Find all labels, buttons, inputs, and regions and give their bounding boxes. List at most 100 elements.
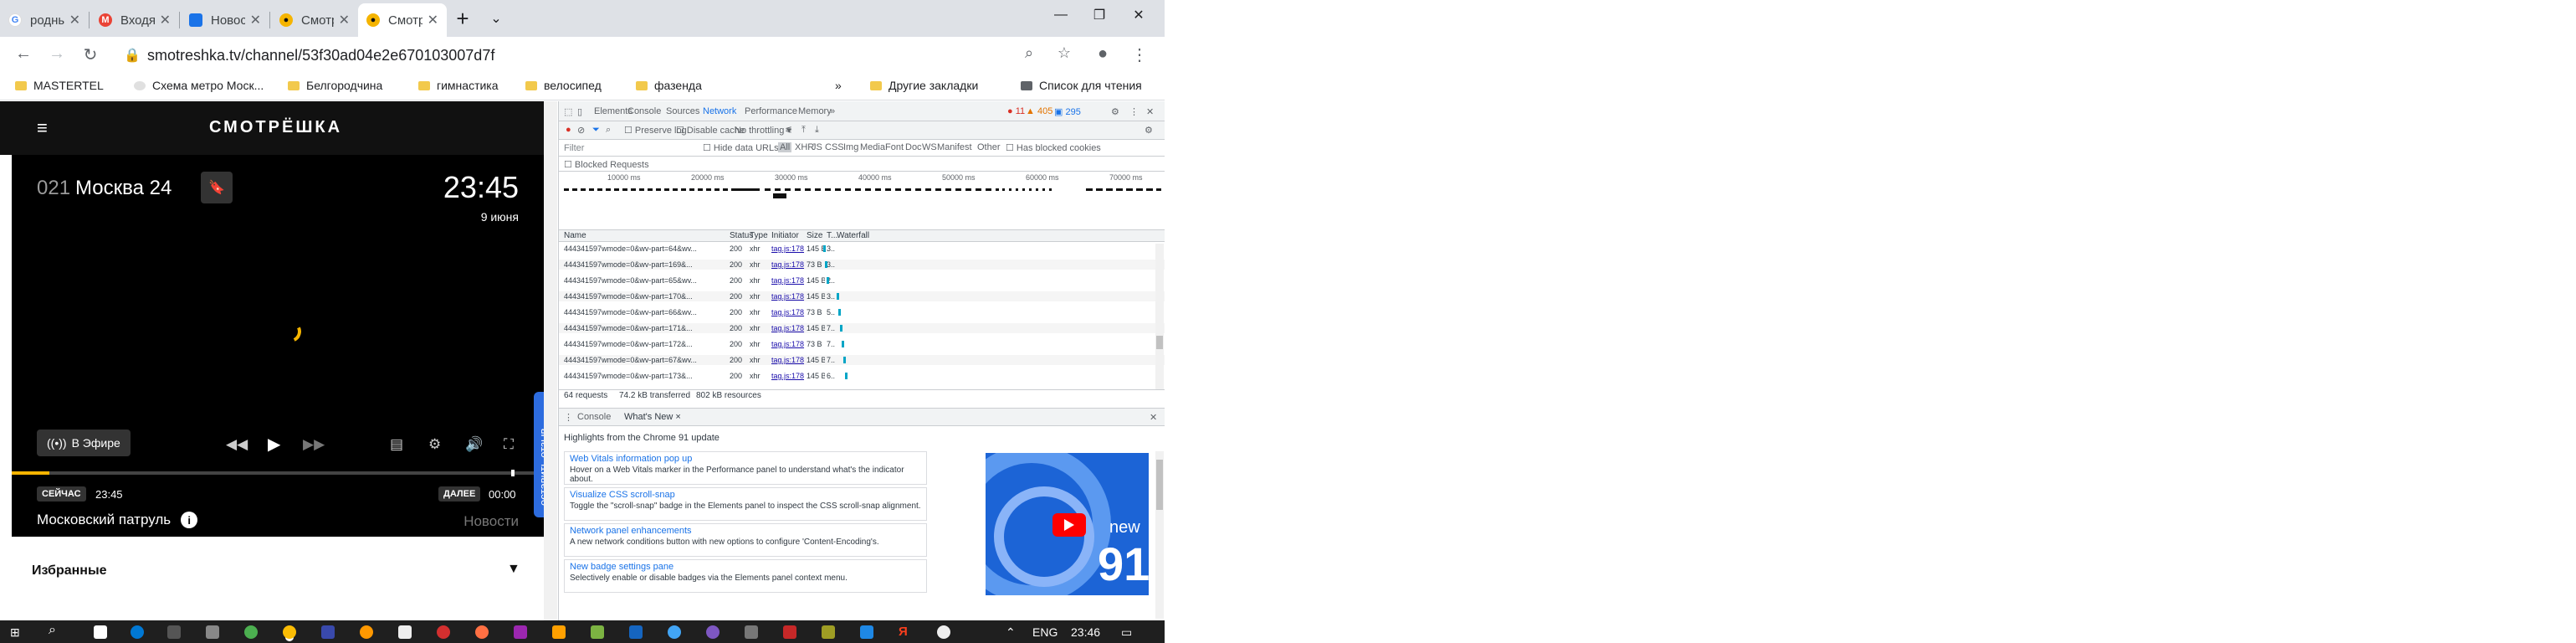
close-icon[interactable]: ✕	[339, 12, 350, 28]
col-initiator[interactable]: Initiator	[771, 231, 799, 240]
network-overview-timeline[interactable]: 10000 ms 20000 ms 30000 ms 40000 ms 5000…	[559, 172, 1165, 230]
warning-count[interactable]: ▲ 405	[1026, 106, 1052, 116]
type-filter-media[interactable]: Media	[860, 142, 885, 152]
type-filter-js[interactable]: JS	[812, 142, 822, 152]
record-icon[interactable]: ●	[566, 125, 571, 135]
youtube-play-icon[interactable]	[1052, 513, 1086, 537]
fullscreen-icon[interactable]: ⛶	[504, 436, 514, 453]
page-scrollbar[interactable]	[544, 101, 557, 620]
error-count[interactable]: ● 11	[1007, 106, 1025, 116]
app-icon[interactable]	[360, 625, 373, 639]
app-icon[interactable]	[206, 625, 219, 639]
cell-initiator[interactable]: tag.js:178	[771, 276, 805, 285]
col-waterfall[interactable]: Waterfall	[837, 231, 869, 240]
bookmarks-overflow-button[interactable]: »	[835, 79, 842, 92]
col-name[interactable]: Name	[564, 231, 586, 240]
filter-icon[interactable]: ⏷	[592, 125, 600, 136]
drawer-tab-console[interactable]: Console	[577, 412, 611, 422]
clear-icon[interactable]: ⊘	[577, 125, 585, 136]
maximize-icon[interactable]: ❐	[1080, 0, 1119, 30]
hide-data-urls-checkbox[interactable]: ☐ Hide data URLs	[703, 142, 779, 153]
device-toolbar-icon[interactable]: ▯	[577, 106, 582, 117]
lock-icon[interactable]: 🔒	[122, 47, 142, 64]
app-icon[interactable]	[783, 625, 796, 639]
whats-new-card[interactable]: Web Vitals information pop up Hover on a …	[564, 451, 927, 485]
type-filter-all[interactable]: All	[778, 142, 792, 152]
firefox-icon[interactable]	[475, 625, 489, 639]
favorites-section[interactable]: Избранные ▼	[0, 545, 544, 592]
bookmark-item[interactable]: Другие закладки	[870, 79, 978, 92]
card-title[interactable]: Visualize CSS scroll-snap	[570, 490, 675, 500]
close-icon[interactable]: ✕	[428, 12, 438, 28]
tab-elements[interactable]: Elements	[594, 106, 632, 116]
blocked-requests-checkbox[interactable]: ☐ Blocked Requests	[564, 159, 649, 170]
app-icon[interactable]	[591, 625, 604, 639]
app-icon[interactable]	[398, 625, 412, 639]
app-icon[interactable]	[822, 625, 835, 639]
col-type[interactable]: Type	[750, 231, 768, 240]
volume-icon[interactable]: 🔊	[465, 436, 483, 453]
table-row[interactable]: 444341597wmode=0&wv-part=170&... 200 xhr ta…	[559, 291, 1165, 301]
throttling-select[interactable]: No throttling ▾	[735, 125, 791, 136]
system-clock[interactable]: 23:46	[1071, 625, 1100, 639]
bookmark-item[interactable]: MASTERTEL	[15, 79, 104, 92]
cell-initiator[interactable]: tag.js:178	[771, 356, 805, 364]
card-title[interactable]: Network panel enhancements	[570, 526, 692, 536]
drawer-tab-whats-new[interactable]: What's New ×	[624, 412, 681, 422]
tab-5-active[interactable]: ● Смотрёшка ✕	[358, 3, 447, 37]
table-row[interactable]: 444341597wmode=0&wv-part=67&wv... 200 xhr t…	[559, 355, 1165, 365]
table-row[interactable]: 444341597wmode=0&wv-part=172&... 200 xhr ta…	[559, 339, 1165, 349]
type-filter-font[interactable]: Font	[885, 142, 904, 152]
app-icon[interactable]	[552, 625, 566, 639]
app-icon[interactable]	[514, 625, 527, 639]
video-player[interactable]: 021 Москва 24 🔖 23:45 9 июня ((•)) В Эфир…	[12, 155, 544, 537]
tab-2[interactable]: M Входящие (28) - k ✕	[90, 3, 179, 37]
close-icon[interactable]: ✕	[250, 12, 261, 28]
bookmark-button[interactable]: 🔖	[201, 172, 233, 203]
network-settings-icon[interactable]: ⚙	[1145, 125, 1153, 136]
drawer-close-icon[interactable]: ✕	[1150, 412, 1157, 423]
close-window-icon[interactable]: ✕	[1119, 0, 1158, 30]
network-conditions-icon[interactable]: ⚟	[785, 125, 793, 136]
app-icon[interactable]	[668, 625, 681, 639]
devtools-close-icon[interactable]: ✕	[1146, 106, 1154, 117]
type-filter-doc[interactable]: Doc	[905, 142, 922, 152]
tab-4[interactable]: ● Смотрешка не пок ✕	[271, 3, 358, 37]
notifications-icon[interactable]: ▭	[1121, 625, 1132, 640]
search-icon[interactable]: ⌕	[1019, 44, 1039, 62]
chrome-91-video-thumbnail[interactable]: new 91	[986, 453, 1149, 595]
cell-initiator[interactable]: tag.js:178	[771, 324, 805, 332]
requests-scrollbar[interactable]	[1155, 244, 1164, 389]
bookmark-item[interactable]: велосипед	[525, 79, 602, 92]
tab-network[interactable]: Network	[703, 106, 736, 116]
type-filter-other[interactable]: Other	[977, 142, 1001, 152]
bookmark-item[interactable]: Список для чтения	[1021, 79, 1142, 92]
current-program[interactable]: Московский патруль i	[37, 512, 198, 528]
info-icon[interactable]: i	[181, 512, 198, 528]
type-filter-ws[interactable]: WS	[922, 142, 937, 152]
app-icon[interactable]	[437, 625, 450, 639]
windows-start-icon[interactable]: ⊞	[10, 625, 23, 639]
live-button[interactable]: ((•)) В Эфире	[37, 430, 131, 456]
close-icon[interactable]: ✕	[160, 12, 171, 28]
whats-new-card[interactable]: Network panel enhancements A new network …	[564, 523, 927, 557]
card-title[interactable]: Web Vitals information pop up	[570, 454, 692, 464]
table-row[interactable]: 444341597wmode=0&wv-part=64&wv... 200 xhr t…	[559, 244, 1165, 254]
bookmark-item[interactable]: фазенда	[636, 79, 702, 92]
whats-new-card[interactable]: New badge settings pane Selectively enabl…	[564, 559, 927, 593]
table-row[interactable]: 444341597wmode=0&wv-part=173&... 200 xhr ta…	[559, 371, 1165, 381]
site-logo[interactable]: СМОТРЁШКА	[209, 118, 342, 137]
whats-new-card[interactable]: Visualize CSS scroll-snap Toggle the "scr…	[564, 487, 927, 521]
settings-gear-icon[interactable]: ⚙	[428, 436, 441, 453]
account-icon[interactable]: ●	[1093, 44, 1113, 64]
type-filter-manifest[interactable]: Manifest	[937, 142, 972, 152]
task-view-icon[interactable]	[94, 625, 107, 639]
type-filter-img[interactable]: Img	[843, 142, 858, 152]
devtools-menu-icon[interactable]: ⋮	[1129, 106, 1139, 117]
tab-console[interactable]: Console	[627, 106, 661, 116]
cell-initiator[interactable]: tag.js:178	[771, 244, 805, 253]
blocked-cookies-checkbox[interactable]: ☐ Has blocked cookies	[1006, 142, 1101, 153]
tab-sources[interactable]: Sources	[666, 106, 699, 116]
whats-new-scroll-thumb[interactable]	[1156, 460, 1163, 510]
cell-initiator[interactable]: tag.js:178	[771, 372, 805, 380]
